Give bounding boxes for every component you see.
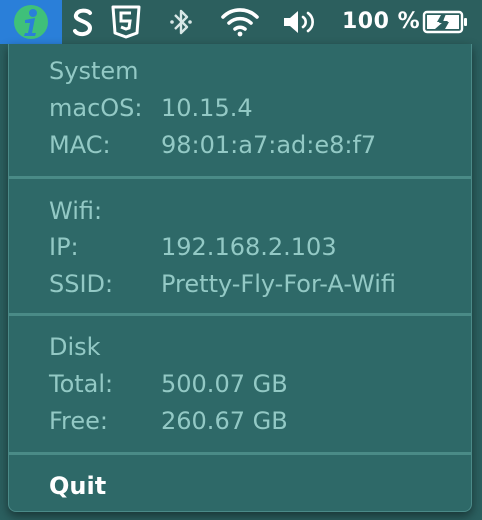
macos-row: macOS: 10.15.4 <box>49 91 253 125</box>
battery-percentage[interactable]: 100 % <box>342 0 420 44</box>
free-label: Free: <box>49 407 109 435</box>
skype-icon[interactable] <box>66 0 100 44</box>
wifi-icon[interactable] <box>218 0 262 44</box>
html5-shield-icon[interactable] <box>108 0 144 44</box>
macos-value: 10.15.4 <box>161 94 253 122</box>
free-value: 260.67 GB <box>161 407 288 435</box>
ssid-value: Pretty-Fly-For-A-Wifi <box>161 270 396 298</box>
separator <box>9 176 471 179</box>
battery-charging-icon[interactable] <box>420 0 472 44</box>
volume-icon[interactable] <box>280 0 320 44</box>
system-heading: System <box>49 57 139 85</box>
separator <box>9 313 471 316</box>
mac-value: 98:01:a7:ad:e8:f7 <box>161 131 377 159</box>
separator <box>9 452 471 455</box>
info-app-icon[interactable] <box>0 0 62 44</box>
total-label: Total: <box>49 370 114 398</box>
ip-label: IP: <box>49 233 79 261</box>
system-info-dropdown-menu: System macOS: 10.15.4 MAC: 98:01:a7:ad:e… <box>8 44 472 512</box>
ip-value: 192.168.2.103 <box>161 233 337 261</box>
bluetooth-icon[interactable] <box>164 0 198 44</box>
disk-free-row: Free: 260.67 GB <box>49 404 288 438</box>
quit-menu-item[interactable]: Quit <box>9 464 471 508</box>
mac-address-row: MAC: 98:01:a7:ad:e8:f7 <box>49 128 376 162</box>
ssid-row: SSID: Pretty-Fly-For-A-Wifi <box>49 267 396 301</box>
mac-label: MAC: <box>49 131 111 159</box>
ip-row: IP: 192.168.2.103 <box>49 230 337 264</box>
macos-label: macOS: <box>49 94 143 122</box>
wifi-heading: Wifi: <box>49 197 103 225</box>
disk-total-row: Total: 500.07 GB <box>49 367 288 401</box>
total-value: 500.07 GB <box>161 370 288 398</box>
menu-bar: 100 % <box>0 0 482 44</box>
ssid-label: SSID: <box>49 270 114 298</box>
disk-heading: Disk <box>49 333 101 361</box>
